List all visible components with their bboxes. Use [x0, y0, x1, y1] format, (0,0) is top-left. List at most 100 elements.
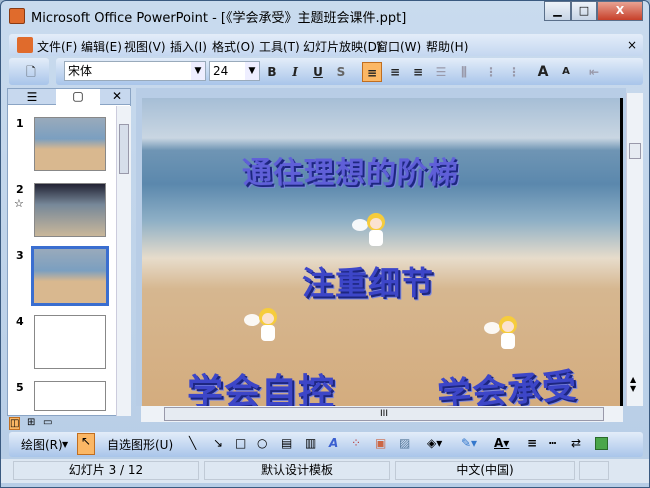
slide-title[interactable]: 通往理想的阶梯 — [240, 148, 460, 192]
grow-font-button[interactable]: A — [533, 62, 553, 82]
underline-button[interactable]: U — [308, 62, 328, 82]
draw-menu-button[interactable]: 绘图(R) — [21, 436, 63, 453]
normal-view-icon[interactable]: ◫ — [9, 417, 21, 430]
drawing-toolbar: 绘图(R) ▼ ↖ 自选图形(U) ╲ ↘ □ ○ ▤ ▥ A ⁘ ▣ ▨ ◈▾… — [9, 432, 643, 457]
current-slide[interactable]: 通往理想的阶梯 注重细节 学会自控 学会承受 — [142, 98, 623, 406]
menu-insert[interactable]: 插入(I) — [170, 38, 207, 55]
picture-icon[interactable]: ▨ — [399, 436, 410, 450]
arrow-tool-icon[interactable]: ↘ — [213, 436, 223, 450]
oval-tool-icon[interactable]: ○ — [257, 436, 267, 450]
menu-window[interactable]: 窗口(W) — [376, 38, 421, 55]
scroll-thumb[interactable] — [119, 124, 129, 174]
slide-position: 幻灯片 3 / 12 — [13, 461, 199, 480]
angel-image — [244, 308, 282, 344]
numbering-icon[interactable]: ⋮ — [481, 62, 501, 82]
powerpoint-icon — [9, 8, 25, 24]
chevron-down-icon: ▼ — [245, 62, 259, 80]
prev-next-slide-icons[interactable]: ▲ ▼ — [630, 375, 636, 393]
font-value: 宋体 — [68, 64, 93, 78]
sorter-view-icon[interactable]: ⊞ — [27, 417, 35, 428]
new-document-icon[interactable]: 🗋 — [21, 62, 41, 82]
close-pane-icon[interactable]: ✕ — [112, 89, 122, 103]
title-bar: Microsoft Office PowerPoint - [《学会承受》主题班… — [1, 1, 649, 31]
standard-toolbar: 🗋 — [9, 58, 49, 85]
tab-outline[interactable]: ☰ — [12, 90, 52, 104]
line-tool-icon[interactable]: ╲ — [189, 436, 196, 450]
minimize-button[interactable]: ▁ — [544, 1, 571, 21]
slideshow-view-icon[interactable]: ▭ — [43, 417, 52, 428]
align-right-button[interactable]: ≡ — [408, 62, 428, 82]
thumbnail-image — [34, 381, 106, 411]
document-icon — [17, 37, 33, 53]
tab-slides[interactable]: ▢ — [56, 89, 100, 105]
close-button[interactable]: X — [597, 1, 643, 21]
vertical-text-icon[interactable]: ⫼ — [454, 62, 474, 82]
status-empty — [579, 461, 609, 480]
select-pointer-button[interactable]: ↖ — [77, 433, 95, 455]
window-title: Microsoft Office PowerPoint - [《学会承受》主题班… — [31, 11, 407, 26]
font-select[interactable]: 宋体 ▼ — [64, 61, 206, 81]
menu-format[interactable]: 格式(O) — [212, 38, 255, 55]
slide-subtitle[interactable]: 注重细节 — [302, 258, 434, 304]
align-left-button[interactable]: ≡ — [362, 62, 382, 82]
menu-tools[interactable]: 工具(T) — [259, 38, 300, 55]
menu-edit[interactable]: 编辑(E) — [81, 38, 122, 55]
slides-pane: ☰ ▢ ✕ 1 2 ☆ 3 4 5 — [7, 88, 131, 416]
bold-button[interactable]: B — [262, 62, 282, 82]
scroll-thumb[interactable] — [629, 143, 641, 159]
thumbs-scrollbar[interactable] — [116, 106, 131, 416]
design-template: 默认设计模板 — [204, 461, 390, 480]
slide-number: 4 — [16, 315, 24, 328]
view-buttons: ◫ ⊞ ▭ — [9, 417, 129, 431]
slide-vertical-scrollbar[interactable]: ▲ ▼ — [626, 93, 643, 406]
clipart-icon[interactable]: ▣ — [375, 436, 386, 450]
menu-close-button[interactable]: × — [627, 38, 637, 52]
menu-bar: 文件(F) 编辑(E) 视图(V) 插入(I) 格式(O) 工具(T) 幻灯片放… — [9, 34, 643, 56]
font-color-icon[interactable]: A▾ — [494, 436, 509, 450]
scroll-thumb[interactable]: III — [164, 407, 604, 421]
bullets-icon[interactable]: ⋮ — [504, 62, 524, 82]
arrow-style-icon[interactable]: ⇄ — [571, 436, 581, 450]
status-bar: 幻灯片 3 / 12 默认设计模板 中文(中国) — [1, 459, 649, 483]
animation-star-icon: ☆ — [14, 197, 24, 210]
menu-slideshow[interactable]: 幻灯片放映(D) — [303, 38, 382, 55]
shadow-style-icon[interactable] — [595, 437, 608, 450]
angel-image — [484, 316, 522, 352]
decrease-indent-icon[interactable]: ⇤ — [584, 62, 604, 82]
textbox-icon[interactable]: ▤ — [281, 436, 292, 450]
slide-editing-area: 通往理想的阶梯 注重细节 学会自控 学会承受 — [136, 88, 626, 406]
thumbnail-image — [34, 117, 106, 171]
fill-color-icon[interactable]: ◈▾ — [427, 436, 442, 450]
pane-tabs: ☰ ▢ ✕ — [8, 89, 130, 105]
italic-button[interactable]: I — [285, 62, 305, 82]
thumbnail-image — [34, 183, 106, 237]
chevron-down-icon: ▼ — [62, 440, 69, 449]
dash-style-icon[interactable]: ┅ — [549, 436, 556, 450]
shrink-font-button[interactable]: A — [556, 62, 576, 82]
distribute-icon[interactable]: ☰ — [431, 62, 451, 82]
menu-file[interactable]: 文件(F) — [37, 38, 77, 55]
vertical-textbox-icon[interactable]: ▥ — [305, 436, 316, 450]
slide-number: 2 — [16, 183, 24, 196]
line-color-icon[interactable]: ✎▾ — [461, 436, 477, 450]
menu-view[interactable]: 视图(V) — [124, 38, 166, 55]
slide-left-text[interactable]: 学会自控 — [187, 363, 335, 406]
menu-help[interactable]: 帮助(H) — [426, 38, 468, 55]
formatting-toolbar: 宋体 ▼ 24 ▼ B I U S ≡ ≡ ≡ ☰ ⫼ ⋮ ⋮ A A ⇤ — [56, 58, 643, 85]
font-size-select[interactable]: 24 ▼ — [209, 61, 260, 81]
language: 中文(中国) — [395, 461, 575, 480]
rectangle-tool-icon[interactable]: □ — [235, 436, 246, 450]
align-center-button[interactable]: ≡ — [385, 62, 405, 82]
maximize-button[interactable]: □ — [571, 1, 597, 21]
wordart-icon[interactable]: A — [329, 436, 338, 450]
thumbnail-image — [31, 246, 109, 306]
slide-number: 5 — [16, 381, 24, 394]
slide-horizontal-scrollbar[interactable]: III — [141, 406, 623, 422]
slide-right-text[interactable]: 学会承受 — [435, 358, 578, 406]
line-style-icon[interactable]: ≡ — [527, 436, 537, 450]
angel-image — [352, 213, 390, 249]
thumbnail-image — [34, 315, 106, 369]
autoshapes-button[interactable]: 自选图形(U) — [107, 436, 173, 453]
diagram-icon[interactable]: ⁘ — [351, 436, 361, 450]
shadow-button[interactable]: S — [331, 62, 351, 82]
